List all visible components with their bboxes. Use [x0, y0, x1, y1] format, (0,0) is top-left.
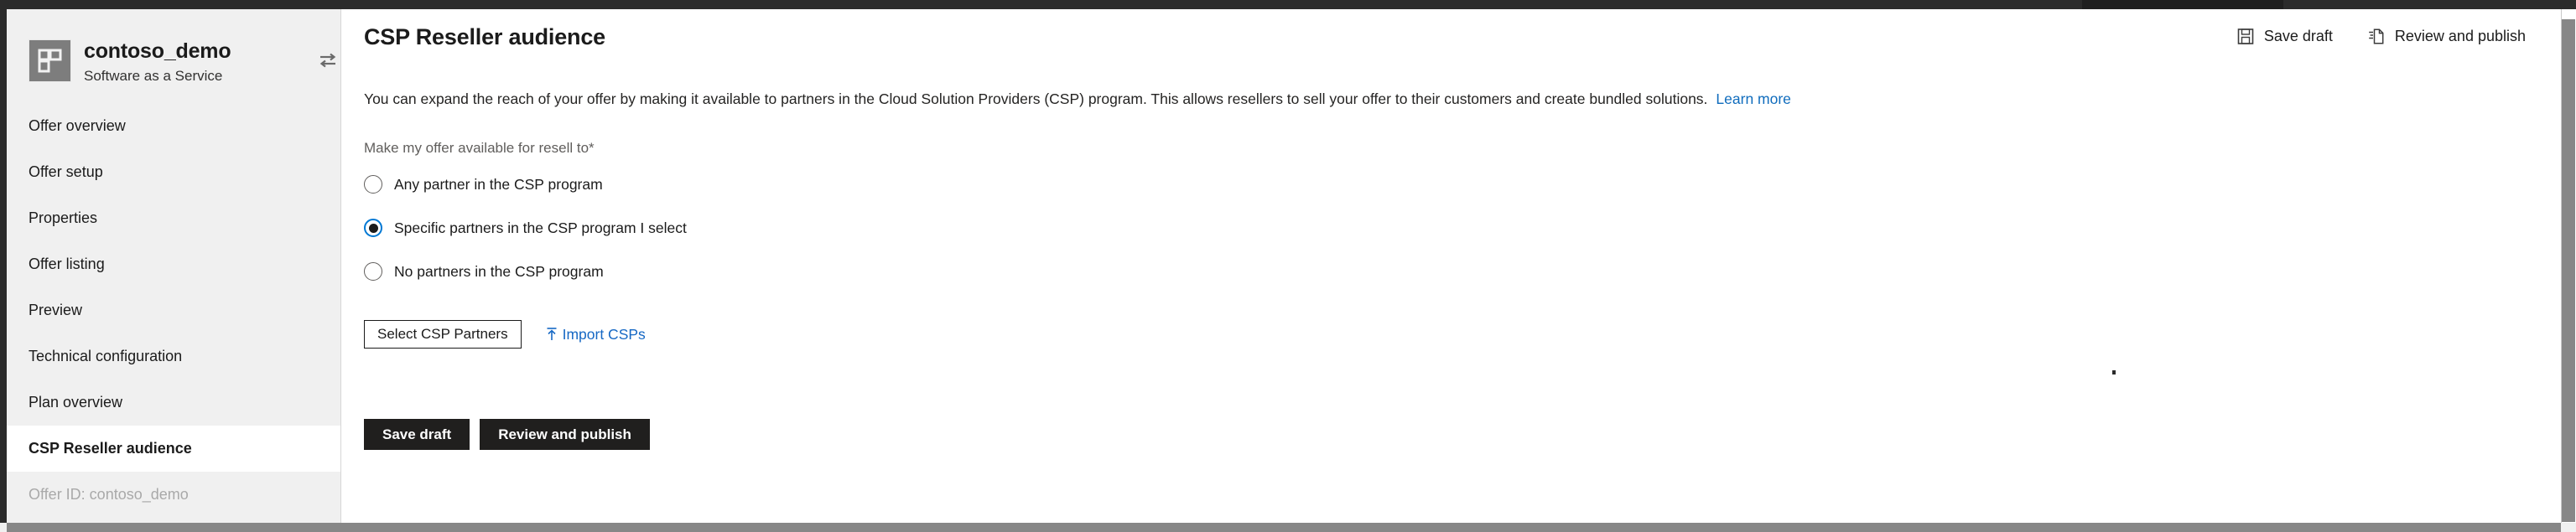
review-and-publish-button[interactable]: Review and publish: [480, 419, 650, 450]
resell-radio-group: Any partner in the CSP program Specific …: [364, 173, 687, 282]
sidebar-offer-id: Offer ID: contoso_demo: [7, 472, 340, 518]
description-paragraph: You can expand the reach of your offer b…: [364, 89, 1791, 109]
radio-option-label: Specific partners in the CSP program I s…: [394, 219, 687, 236]
sidebar-item-offer-listing[interactable]: Offer listing: [7, 241, 340, 287]
main-content: CSP Reseller audience Save draft Review …: [342, 9, 2561, 523]
offer-tile-icon: [29, 39, 71, 82]
sidebar: contoso_demo Software as a Service Offer…: [7, 9, 341, 523]
offer-type: Software as a Service: [84, 68, 223, 84]
radio-button[interactable]: [364, 262, 382, 281]
radio-option-any-partner[interactable]: Any partner in the CSP program: [364, 173, 687, 195]
save-icon: [2237, 28, 2254, 45]
radio-button[interactable]: [364, 175, 382, 194]
page-title: CSP Reseller audience: [364, 24, 605, 49]
sidebar-item-label: Plan overview: [29, 394, 123, 411]
save-draft-button[interactable]: Save draft: [364, 419, 470, 450]
window-top-chrome: [0, 0, 2576, 9]
radio-option-specific-partners[interactable]: Specific partners in the CSP program I s…: [364, 217, 687, 239]
sidebar-item-csp-reseller-audience[interactable]: CSP Reseller audience: [7, 426, 340, 472]
horizontal-scrollbar-track[interactable]: [0, 523, 2576, 532]
sidebar-item-label: Properties: [29, 209, 98, 226]
sidebar-item-label: Offer setup: [29, 163, 103, 180]
offer-header: contoso_demo Software as a Service: [7, 9, 340, 84]
import-csps-label: Import CSPs: [562, 325, 646, 343]
vertical-scrollbar-track[interactable]: [2561, 9, 2576, 523]
resell-field-label: Make my offer available for resell to*: [364, 140, 595, 156]
header-save-draft-label: Save draft: [2263, 28, 2333, 44]
sidebar-item-offer-overview[interactable]: Offer overview: [7, 103, 340, 149]
sidebar-item-label: Technical configuration: [29, 348, 183, 364]
sidebar-item-offer-setup[interactable]: Offer setup: [7, 149, 340, 195]
upload-arrow-icon: [545, 327, 558, 342]
radio-option-label: Any partner in the CSP program: [394, 175, 603, 193]
vertical-scrollbar-thumb[interactable]: [2562, 19, 2575, 522]
footer-actions: Save draft Review and publish: [364, 419, 650, 450]
sidebar-item-label: CSP Reseller audience: [29, 440, 192, 457]
radio-option-label: No partners in the CSP program: [394, 262, 604, 280]
sidebar-item-technical-configuration[interactable]: Technical configuration: [7, 333, 340, 380]
radio-button[interactable]: [364, 219, 382, 237]
command-bar: Save draft Review and publish: [2237, 28, 2526, 45]
swap-offer-icon[interactable]: [317, 49, 339, 71]
import-csps-link[interactable]: Import CSPs: [545, 326, 646, 343]
learn-more-link[interactable]: Learn more: [1716, 90, 1791, 107]
cursor-artifact: [2112, 370, 2116, 374]
sidebar-nav: Offer overview Offer setup Properties Of…: [7, 103, 340, 518]
sidebar-item-preview[interactable]: Preview: [7, 287, 340, 333]
sidebar-item-properties[interactable]: Properties: [7, 195, 340, 241]
header-review-publish-button[interactable]: Review and publish: [2368, 28, 2526, 45]
app-window: contoso_demo Software as a Service Offer…: [0, 0, 2576, 532]
publish-document-icon: [2368, 28, 2385, 45]
sidebar-item-plan-overview[interactable]: Plan overview: [7, 380, 340, 426]
horizontal-scrollbar-thumb[interactable]: [7, 523, 2561, 532]
radio-option-no-partners[interactable]: No partners in the CSP program: [364, 261, 687, 282]
window-left-chrome: [0, 9, 7, 523]
partner-selection-row: Select CSP Partners Import CSPs: [364, 320, 646, 349]
sidebar-item-label: Offer overview: [29, 117, 126, 134]
header-review-publish-label: Review and publish: [2394, 28, 2526, 44]
sidebar-item-label: Preview: [29, 302, 83, 318]
select-csp-partners-button[interactable]: Select CSP Partners: [364, 320, 522, 349]
sidebar-offer-id-label: Offer ID: contoso_demo: [29, 486, 189, 503]
offer-name: contoso_demo: [84, 39, 231, 63]
sidebar-item-label: Offer listing: [29, 256, 105, 272]
header-save-draft-button[interactable]: Save draft: [2237, 28, 2333, 45]
description-text: You can expand the reach of your offer b…: [364, 90, 1708, 107]
top-chrome-active-segment: [2082, 0, 2283, 9]
